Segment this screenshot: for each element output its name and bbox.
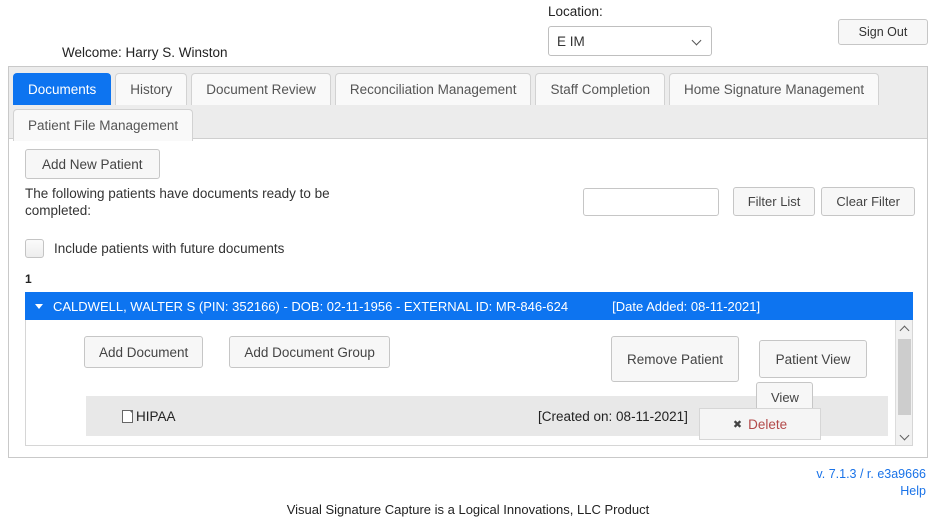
add-document-button[interactable]: Add Document xyxy=(84,336,204,368)
document-name-cell[interactable]: HIPAA xyxy=(122,409,176,424)
tab-row-primary: Documents History Document Review Reconc… xyxy=(13,71,927,105)
scroll-down-arrow-icon[interactable] xyxy=(896,428,912,445)
include-future-row: Include patients with future documents xyxy=(25,239,915,258)
patient-title: CALDWELL, WALTER S (PIN: 352166) - DOB: … xyxy=(53,298,569,314)
tab-history[interactable]: History xyxy=(115,73,188,105)
version-block: v. 7.1.3 / r. e3a9666 Help xyxy=(816,466,926,500)
sign-out-button[interactable]: Sign Out xyxy=(838,19,928,45)
include-future-checkbox[interactable] xyxy=(25,239,44,258)
remove-patient-button[interactable]: Remove Patient xyxy=(611,336,739,382)
chevron-down-icon xyxy=(693,36,703,46)
main-panel: Documents History Document Review Reconc… xyxy=(8,66,928,458)
location-selected-value: E IM xyxy=(557,33,585,49)
result-count: 1 xyxy=(25,272,32,286)
documents-tab-content: Add New Patient The following patients h… xyxy=(9,139,927,457)
patient-view-button[interactable]: Patient View xyxy=(759,340,867,378)
patient-accordion-body: Add Document Add Document Group Remove P… xyxy=(25,320,913,446)
scrollbar-thumb[interactable] xyxy=(898,339,911,415)
patient-date-added: [Date Added: 08-11-2021] xyxy=(612,298,761,314)
filter-input[interactable] xyxy=(582,187,719,216)
welcome-text: Welcome: Harry S. Winston xyxy=(62,45,228,60)
delete-document-menu-item[interactable]: ✖ Delete xyxy=(699,408,821,440)
tab-reconciliation-management[interactable]: Reconciliation Management xyxy=(334,73,532,105)
add-new-patient-button[interactable]: Add New Patient xyxy=(25,149,160,179)
help-link[interactable]: Help xyxy=(816,483,926,500)
product-note: Visual Signature Capture is a Logical In… xyxy=(286,502,650,517)
document-name: HIPAA xyxy=(136,408,176,424)
vertical-scrollbar[interactable] xyxy=(895,320,912,445)
delete-label: Delete xyxy=(748,416,788,432)
include-future-label: Include patients with future documents xyxy=(54,241,285,256)
filter-area: Filter List Clear Filter xyxy=(582,187,915,216)
tab-row-secondary: Patient File Management xyxy=(13,107,927,141)
tab-home-signature-management[interactable]: Home Signature Management xyxy=(669,73,880,105)
location-label: Location: xyxy=(548,4,603,19)
top-bar: Welcome: Harry S. Winston Location: E IM… xyxy=(0,0,936,68)
ready-documents-text: The following patients have documents re… xyxy=(25,186,330,218)
patient-accordion-header[interactable]: CALDWELL, WALTER S (PIN: 352166) - DOB: … xyxy=(25,292,913,320)
page-icon xyxy=(122,409,133,423)
tab-staff-completion[interactable]: Staff Completion xyxy=(535,73,666,105)
caret-down-icon xyxy=(35,303,43,309)
document-created-date: [Created on: 08-11-2021] xyxy=(538,408,688,424)
scroll-up-arrow-icon[interactable] xyxy=(896,320,912,337)
clear-filter-button[interactable]: Clear Filter xyxy=(821,187,915,216)
tab-patient-file-management[interactable]: Patient File Management xyxy=(13,109,194,141)
close-icon: ✖ xyxy=(732,418,743,431)
tab-document-review[interactable]: Document Review xyxy=(191,73,331,105)
location-select[interactable]: E IM xyxy=(548,26,712,56)
filter-list-button[interactable]: Filter List xyxy=(732,187,816,216)
add-document-group-button[interactable]: Add Document Group xyxy=(229,336,390,368)
version-link[interactable]: v. 7.1.3 / r. e3a9666 xyxy=(816,466,926,483)
location-block: Location: E IM xyxy=(548,4,712,56)
tab-documents[interactable]: Documents xyxy=(13,73,112,105)
tab-strip: Documents History Document Review Reconc… xyxy=(9,67,927,141)
